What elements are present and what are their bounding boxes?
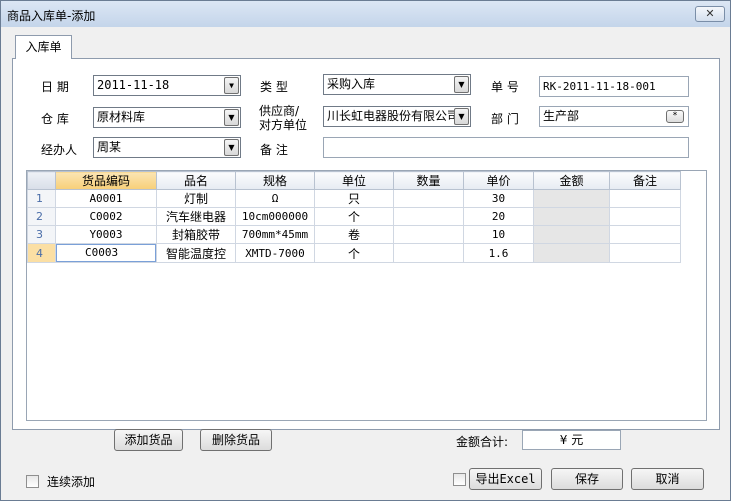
chevron-down-icon[interactable]: ▼ [224, 109, 239, 126]
col-header-name[interactable]: 品名 [156, 171, 236, 190]
window-title: 商品入库单-添加 [7, 9, 96, 23]
cell-name[interactable]: 灯制 [156, 189, 236, 208]
continuous-add-checkbox[interactable] [26, 475, 39, 488]
cell-price[interactable]: 30 [463, 189, 534, 208]
handler-value: 周某 [97, 140, 122, 154]
supplier-label-line1: 供应商/ [259, 104, 300, 118]
cell-qty[interactable] [393, 243, 464, 263]
cell-amount [533, 207, 610, 226]
cell-spec[interactable]: 700mm*45mm [235, 225, 315, 244]
type-select[interactable]: 采购入库 ▼ [323, 74, 471, 95]
cell-unit[interactable]: 个 [314, 207, 394, 226]
cell-name[interactable]: 智能温度控 [156, 243, 236, 263]
chevron-down-icon[interactable]: ▼ [224, 77, 239, 94]
cell-note[interactable] [609, 243, 681, 263]
row-number[interactable]: 1 [27, 189, 56, 208]
tab-stock-in[interactable]: 入库单 [15, 35, 72, 59]
col-header-qty[interactable]: 数量 [393, 171, 464, 190]
chevron-down-icon[interactable]: ▼ [224, 139, 239, 156]
col-header-price[interactable]: 单价 [463, 171, 534, 190]
delete-goods-button[interactable]: 删除货品 [200, 429, 272, 451]
dept-field[interactable]: 生产部 * [539, 106, 689, 127]
supplier-label-line2: 对方单位 [259, 118, 308, 132]
handler-label: 经办人 [41, 143, 78, 157]
dept-value: 生产部 [543, 109, 580, 123]
cell-note[interactable] [609, 225, 681, 244]
cell-code[interactable]: A0001 [55, 189, 157, 208]
export-excel-button[interactable]: 导出Excel [469, 468, 542, 490]
col-header-spec[interactable]: 规格 [235, 171, 315, 190]
chevron-down-icon[interactable]: ▼ [454, 108, 469, 125]
table-row[interactable]: 4 C0003 ··· 智能温度控 XMTD-7000 个 1.6 [27, 243, 681, 263]
cell-qty[interactable] [393, 189, 464, 208]
table-row[interactable]: 3 Y0003 封箱胶带 700mm*45mm 卷 10 [27, 225, 681, 244]
goods-grid[interactable]: 货品编码 品名 规格 单位 数量 单价 金额 备注 1 A0001 灯制 Ω 只 [26, 170, 707, 421]
export-excel-checkbox[interactable] [453, 473, 466, 486]
date-value: 2011-11-18 [97, 78, 170, 92]
supplier-select[interactable]: 川长虹电器股份有限公司 ▼ [323, 106, 471, 127]
col-header-code[interactable]: 货品编码 [55, 171, 157, 190]
warehouse-select[interactable]: 原材料库 ▼ [93, 107, 241, 128]
continuous-add-label: 连续添加 [47, 475, 96, 489]
cell-note[interactable] [609, 189, 681, 208]
col-header-amount[interactable]: 金额 [533, 171, 610, 190]
supplier-label: 供应商/ 对方单位 [259, 104, 307, 132]
cell-qty[interactable] [393, 225, 464, 244]
cell-unit[interactable]: 个 [314, 243, 394, 263]
cell-note[interactable] [609, 207, 681, 226]
cell-amount [533, 189, 610, 208]
title-bar: 商品入库单-添加 ✕ [1, 1, 730, 27]
number-label: 单 号 [491, 80, 519, 94]
grid-header-row: 货品编码 品名 规格 单位 数量 单价 金额 备注 [27, 171, 681, 190]
supplier-value: 川长虹电器股份有限公司 [327, 109, 460, 123]
row-number[interactable]: 3 [27, 225, 56, 244]
cell-price[interactable]: 10 [463, 225, 534, 244]
row-number[interactable]: 4 [27, 243, 56, 263]
warehouse-value: 原材料库 [97, 110, 146, 124]
date-picker[interactable]: 2011-11-18 ▼ [93, 75, 241, 96]
cell-spec[interactable]: 10cm000000 [235, 207, 315, 226]
cell-spec[interactable]: Ω [235, 189, 315, 208]
remark-field[interactable] [323, 137, 689, 158]
cancel-button[interactable]: 取消 [631, 468, 704, 490]
cell-code[interactable]: Y0003 [55, 225, 157, 244]
close-button[interactable]: ✕ [695, 6, 725, 22]
table-row[interactable]: 1 A0001 灯制 Ω 只 30 [27, 189, 681, 208]
remark-label: 备 注 [260, 143, 288, 157]
table-row[interactable]: 2 C0002 汽车继电器 10cm000000 个 20 [27, 207, 681, 226]
cell-spec[interactable]: XMTD-7000 [235, 243, 315, 263]
warehouse-label: 仓 库 [41, 112, 69, 126]
dept-label: 部 门 [491, 112, 519, 126]
cell-amount [533, 225, 610, 244]
code-edit-input[interactable]: C0003 ··· [56, 244, 156, 262]
chevron-down-icon[interactable]: ▼ [454, 76, 469, 93]
total-amount-field: ¥ 元 [522, 430, 621, 450]
row-number[interactable]: 2 [27, 207, 56, 226]
cell-code-editing[interactable]: C0003 ··· [55, 243, 157, 263]
goods-table: 货品编码 品名 规格 单位 数量 单价 金额 备注 1 A0001 灯制 Ω 只 [27, 171, 681, 263]
col-header-unit[interactable]: 单位 [314, 171, 394, 190]
col-header-note[interactable]: 备注 [609, 171, 681, 190]
type-label: 类 型 [260, 80, 288, 94]
cell-unit[interactable]: 卷 [314, 225, 394, 244]
dialog-window: 商品入库单-添加 ✕ 入库单 日 期 2011-11-18 ▼ 类 型 采购入库… [0, 0, 731, 501]
cell-unit[interactable]: 只 [314, 189, 394, 208]
add-goods-button[interactable]: 添加货品 [114, 429, 183, 451]
cell-name[interactable]: 封箱胶带 [156, 225, 236, 244]
cell-name[interactable]: 汽车继电器 [156, 207, 236, 226]
cell-code[interactable]: C0002 [55, 207, 157, 226]
cell-qty[interactable] [393, 207, 464, 226]
type-value: 采购入库 [327, 77, 376, 91]
handler-select[interactable]: 周某 ▼ [93, 137, 241, 158]
cell-price[interactable]: 20 [463, 207, 534, 226]
cell-amount [533, 243, 610, 263]
number-field[interactable]: RK-2011-11-18-001 [539, 76, 689, 97]
code-edit-value: C0003 [85, 246, 119, 259]
total-label: 金额合计: [456, 435, 509, 449]
grid-corner [27, 171, 56, 190]
save-button[interactable]: 保存 [551, 468, 623, 490]
date-label: 日 期 [41, 80, 69, 94]
cell-price[interactable]: 1.6 [463, 243, 534, 263]
dept-lookup-button[interactable]: * [666, 110, 684, 123]
